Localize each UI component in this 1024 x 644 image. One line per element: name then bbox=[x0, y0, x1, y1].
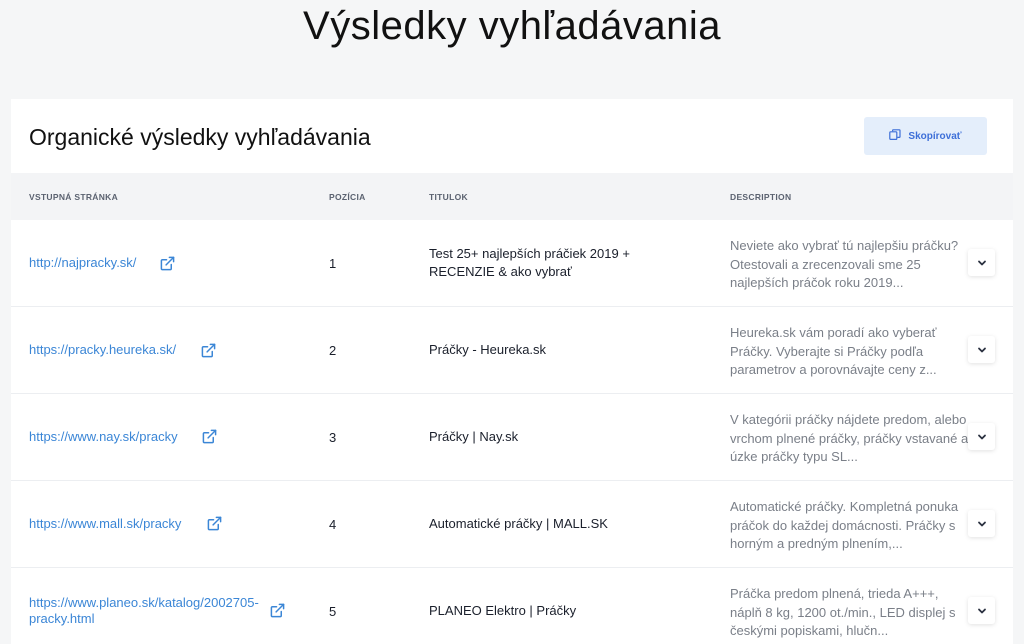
description-cell: Heureka.sk vám poradí ako vyberať Práčky… bbox=[730, 325, 937, 377]
table-row: https://www.nay.sk/pracky 3 Práčky | Nay… bbox=[11, 394, 1013, 481]
result-url-link[interactable]: https://www.planeo.sk/katalog/2002705-pr… bbox=[29, 595, 269, 627]
result-url-link[interactable]: https://www.mall.sk/pracky bbox=[29, 516, 181, 532]
column-header-position[interactable]: POZÍCIA bbox=[329, 192, 366, 202]
external-link-icon[interactable] bbox=[201, 343, 216, 358]
table-row: https://www.planeo.sk/katalog/2002705-pr… bbox=[11, 568, 1013, 644]
table-row: http://najpracky.sk/ 1 Test 25+ najlepší… bbox=[11, 220, 1013, 307]
card-title: Organické výsledky vyhľadávania bbox=[29, 124, 371, 150]
url-cell: http://najpracky.sk/ bbox=[29, 220, 269, 306]
chevron-down-icon bbox=[977, 608, 986, 613]
title-cell: Automatické práčky | MALL.SK bbox=[429, 516, 608, 531]
external-link-icon[interactable] bbox=[160, 256, 175, 271]
table-header: VSTUPNÁ STRÁNKA POZÍCIA TITULOK DESCRIPT… bbox=[11, 173, 1013, 220]
expand-row-button[interactable] bbox=[968, 249, 995, 276]
description-cell: Práčka predom plnená, trieda A+++, náplň… bbox=[730, 586, 956, 638]
url-cell: https://www.mall.sk/pracky bbox=[29, 481, 269, 567]
chevron-down-icon bbox=[977, 521, 986, 526]
card-header: Organické výsledky vyhľadávania Skopírov… bbox=[11, 99, 1013, 173]
description-cell: Neviete ako vybrať tú najlepšiu práčku? … bbox=[730, 238, 959, 290]
title-cell: Test 25+ najlepších práčiek 2019 + RECEN… bbox=[429, 246, 630, 279]
position-cell: 4 bbox=[329, 516, 337, 532]
expand-row-button[interactable] bbox=[968, 336, 995, 363]
column-header-description[interactable]: DESCRIPTION bbox=[730, 192, 791, 202]
result-url-link[interactable]: https://pracky.heureka.sk/ bbox=[29, 342, 176, 358]
copy-icon bbox=[889, 128, 902, 144]
url-cell: https://pracky.heureka.sk/ bbox=[29, 307, 269, 393]
expand-row-button[interactable] bbox=[968, 597, 995, 624]
external-link-icon[interactable] bbox=[202, 429, 217, 444]
chevron-down-icon bbox=[977, 260, 986, 265]
table-row: https://www.mall.sk/pracky 4 Automatické… bbox=[11, 481, 1013, 568]
external-link-icon[interactable] bbox=[270, 603, 285, 618]
organic-results-card: Organické výsledky vyhľadávania Skopírov… bbox=[11, 99, 1013, 644]
chevron-down-icon bbox=[977, 347, 986, 352]
expand-row-button[interactable] bbox=[968, 423, 995, 450]
title-cell: PLANEO Elektro | Práčky bbox=[429, 603, 577, 618]
position-cell: 5 bbox=[329, 603, 337, 619]
description-cell: Automatické práčky. Kompletná ponuka prá… bbox=[730, 499, 959, 551]
description-cell: V kategórii práčky nájdete predom, alebo… bbox=[730, 412, 969, 464]
result-url-link[interactable]: http://najpracky.sk/ bbox=[29, 255, 136, 271]
external-link-icon[interactable] bbox=[207, 516, 222, 531]
table-row: https://pracky.heureka.sk/ 2 Práčky - He… bbox=[11, 307, 1013, 394]
url-cell: https://www.nay.sk/pracky bbox=[29, 394, 269, 480]
page-title: Výsledky vyhľadávania bbox=[303, 4, 721, 48]
chevron-down-icon bbox=[977, 434, 986, 439]
position-cell: 1 bbox=[329, 255, 337, 271]
result-url-link[interactable]: https://www.nay.sk/pracky bbox=[29, 429, 178, 445]
copy-button-label: Skopírovať bbox=[908, 130, 962, 142]
copy-button[interactable]: Skopírovať bbox=[864, 117, 987, 155]
position-cell: 3 bbox=[329, 429, 337, 445]
column-header-page[interactable]: VSTUPNÁ STRÁNKA bbox=[29, 192, 118, 202]
title-cell: Práčky - Heureka.sk bbox=[429, 342, 547, 357]
title-cell: Práčky | Nay.sk bbox=[429, 429, 519, 444]
column-header-title[interactable]: TITULOK bbox=[429, 192, 468, 202]
url-cell: https://www.planeo.sk/katalog/2002705-pr… bbox=[29, 568, 269, 644]
position-cell: 2 bbox=[329, 342, 337, 358]
expand-row-button[interactable] bbox=[968, 510, 995, 537]
